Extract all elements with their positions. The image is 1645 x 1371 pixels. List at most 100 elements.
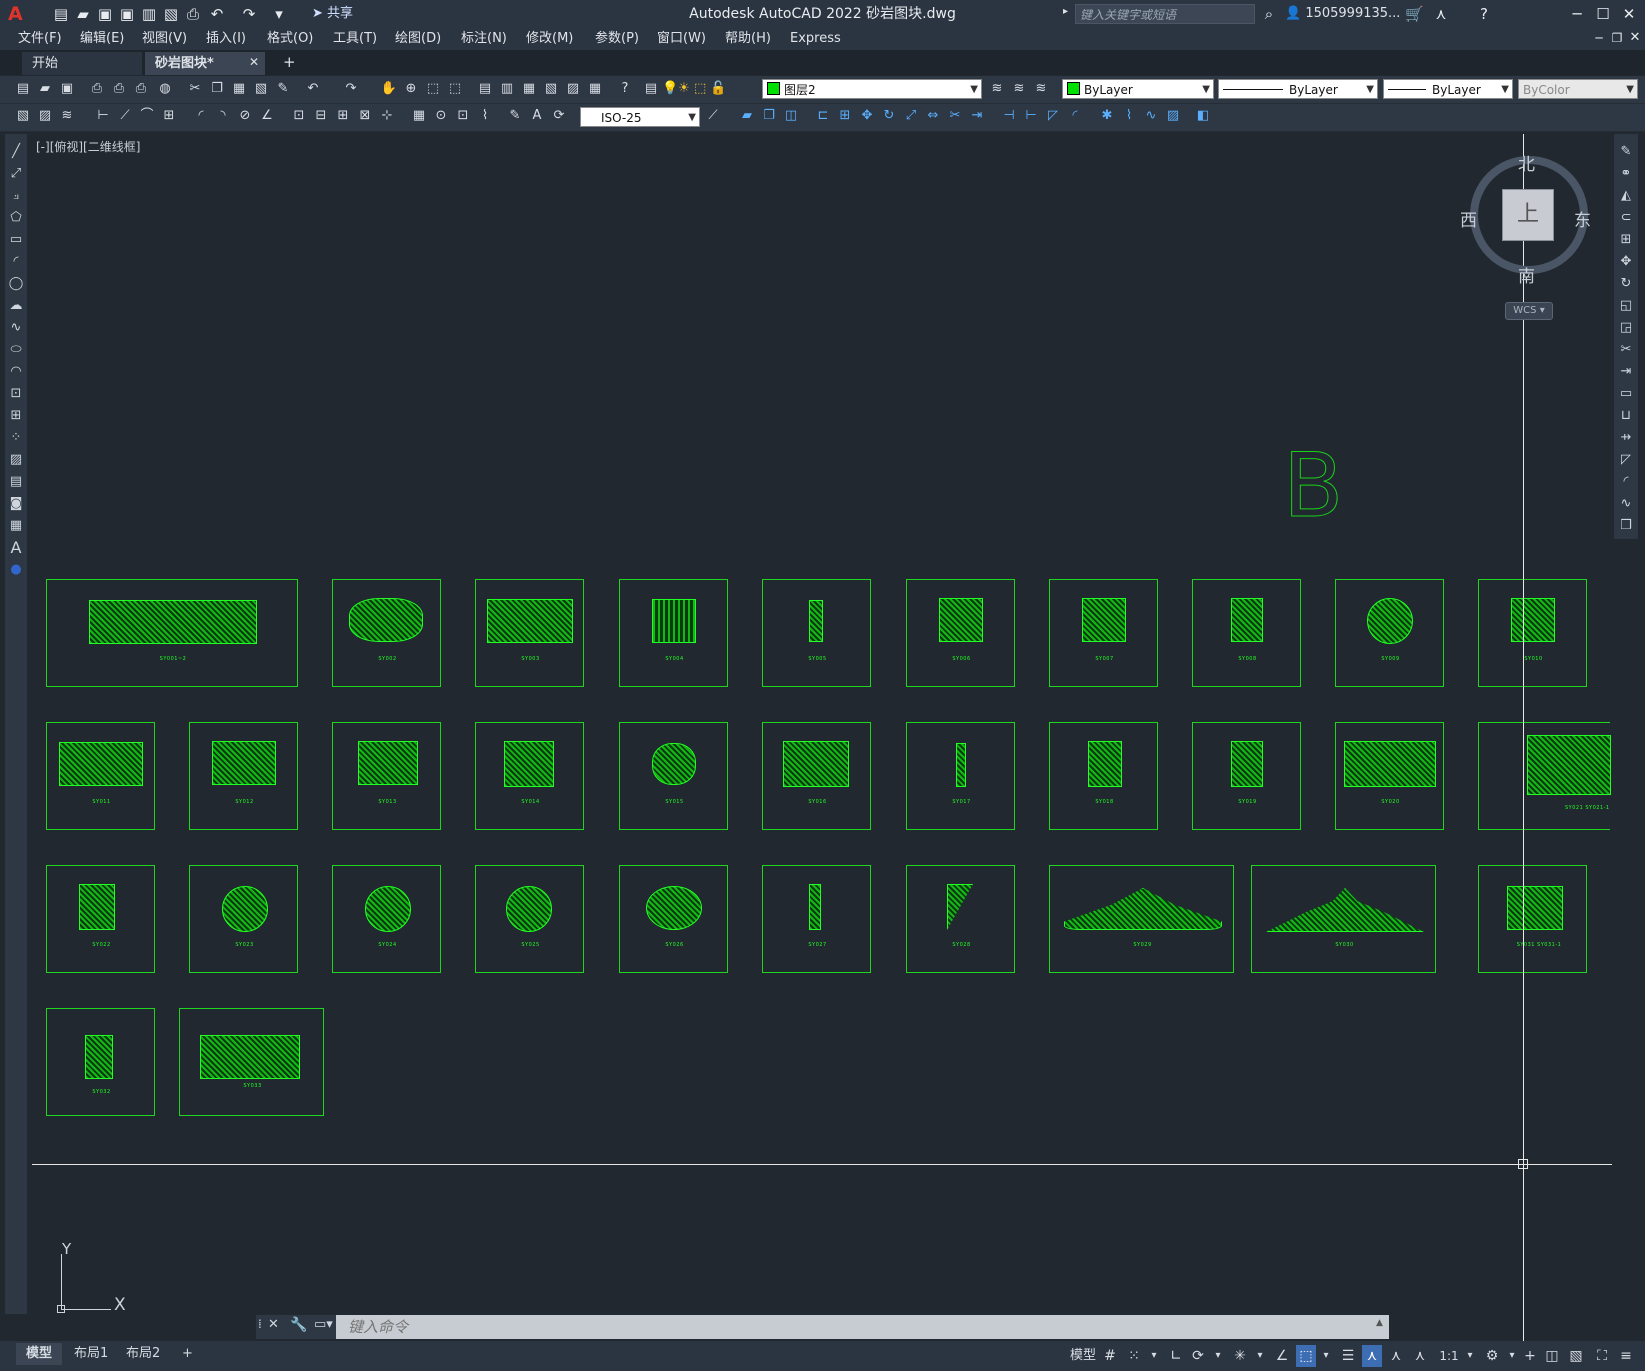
insert-block-icon[interactable]: ⊡ [6, 384, 26, 404]
inspection-icon[interactable]: ⊡ [454, 107, 472, 125]
layer-walk-icon[interactable]: ≋ [58, 107, 76, 125]
design-center-icon[interactable]: ▥ [498, 80, 516, 98]
join-icon[interactable]: ⇸ [1616, 428, 1636, 448]
rectangle-icon[interactable]: ▭ [6, 230, 26, 250]
table-icon[interactable]: ▦ [6, 516, 26, 536]
stretch-icon[interactable]: ◲ [1616, 318, 1636, 338]
layer-state-icons[interactable]: 💡☀ ⬚ 🔓 [662, 78, 732, 100]
block-cell[interactable]: SY008 [1192, 579, 1301, 687]
mirror-icon[interactable]: ◭ [1616, 186, 1636, 206]
undo-icon[interactable]: ↶ [304, 80, 322, 98]
chamfer-icon[interactable]: ◸ [1616, 450, 1636, 470]
fillet-icon[interactable]: ◜ [1066, 107, 1084, 125]
block-cell[interactable]: SY007 [1049, 579, 1158, 687]
dim-space-icon[interactable]: ⊠ [356, 107, 374, 125]
copy-icon[interactable]: ⚭ [1616, 164, 1636, 184]
add-layout-icon[interactable]: + [172, 1343, 203, 1365]
polygon-icon[interactable]: ⬠ [6, 208, 26, 228]
explode-icon[interactable]: ✱ [1098, 107, 1116, 125]
maximize-icon[interactable]: ☐ [1592, 4, 1614, 24]
block-cell[interactable]: SY029 [1049, 865, 1234, 973]
block-cell[interactable]: SY012 [189, 722, 298, 830]
search-input[interactable]: 键入关键字或短语 [1075, 4, 1255, 24]
compass-north[interactable]: 北 [1518, 150, 1535, 175]
layer-match-icon[interactable]: ≋ [1032, 80, 1050, 98]
quick-dim-icon[interactable]: ⊡ [290, 107, 308, 125]
menu-modify[interactable]: 修改(M) [526, 28, 573, 50]
block-cell[interactable]: SY021 SY021-1 [1478, 722, 1611, 830]
block-editor-icon[interactable]: ✎ [274, 80, 292, 98]
tab-drawing[interactable]: 砂岩图块* [145, 52, 265, 75]
baseline-dim-icon[interactable]: ⊟ [312, 107, 330, 125]
dim-break-icon[interactable]: ⊹ [378, 107, 396, 125]
menu-draw[interactable]: 绘图(D) [395, 28, 441, 50]
chevron-down-icon[interactable]: ▾ [1208, 1345, 1228, 1367]
scale-icon[interactable]: ◱ [1616, 296, 1636, 316]
edit-hatch-icon[interactable]: ▨ [1164, 107, 1182, 125]
color-dropdown[interactable]: ByLayer ▼ [1062, 79, 1214, 99]
construction-line-icon[interactable]: ⤢ [6, 164, 26, 184]
rotate-icon[interactable]: ↻ [880, 107, 898, 125]
command-history-icon[interactable]: ▲ [1376, 1318, 1383, 1328]
block-cell[interactable]: SY001~2 [46, 579, 298, 687]
clean-screen-icon[interactable]: ⛶ [1592, 1345, 1612, 1367]
break-icon[interactable]: ⊣ [1000, 107, 1018, 125]
ellipse-icon[interactable]: ⬭ [6, 340, 26, 360]
plotstyle-dropdown[interactable]: ByColor ▼ [1518, 79, 1638, 99]
chevron-down-icon[interactable]: ▾ [1250, 1345, 1270, 1367]
compass-west[interactable]: 西 [1460, 206, 1477, 231]
command-input[interactable] [340, 1316, 1380, 1338]
block-cell[interactable]: SY032 [46, 1008, 155, 1116]
extend-icon[interactable]: ⇥ [968, 107, 986, 125]
customize-wrench-icon[interactable]: 🔧 [290, 1317, 307, 1333]
print-icon[interactable]: ⎙ [88, 80, 106, 98]
pan-icon[interactable]: ✋ [380, 80, 398, 98]
block-cell[interactable]: SY004 [619, 579, 728, 687]
block-cell[interactable]: SY020 [1335, 722, 1444, 830]
linear-dim-icon[interactable]: ⊢ [94, 107, 112, 125]
help-icon[interactable]: ? [616, 80, 634, 98]
block-cell[interactable]: SY026 [619, 865, 728, 973]
doc-close-icon[interactable]: ✕ [1624, 28, 1645, 48]
make-block-icon[interactable]: ⊞ [6, 406, 26, 426]
dim-update-icon[interactable]: ⟳ [550, 107, 568, 125]
sheet-set-icon[interactable]: ▧ [542, 80, 560, 98]
layer-properties-icon[interactable]: ▤ [642, 80, 660, 98]
auto-scale-icon[interactable]: ⋏ [1386, 1345, 1406, 1367]
aligned-dim-icon[interactable]: ⟋ [116, 107, 134, 125]
scale-icon[interactable]: ⤢ [902, 107, 920, 125]
jogged-linear-icon[interactable]: ⌇ [476, 107, 494, 125]
revision-cloud-icon[interactable]: ☁ [6, 296, 26, 316]
object-snap-tracking-icon[interactable]: ∠ [1272, 1345, 1292, 1367]
autodesk-app-icon[interactable]: ⋏ [1432, 5, 1450, 23]
explode-icon[interactable]: ❒ [1616, 516, 1636, 536]
copy-object-icon[interactable]: ❐ [760, 107, 778, 125]
block-cell[interactable]: SY023 [189, 865, 298, 973]
model-space-toggle[interactable]: 模型 [1066, 1345, 1100, 1367]
continue-dim-icon[interactable]: ⊞ [334, 107, 352, 125]
edit-spline-icon[interactable]: ∿ [1142, 107, 1160, 125]
block-cell[interactable]: SY014 [475, 722, 584, 830]
tolerance-icon[interactable]: ▦ [410, 107, 428, 125]
chevron-down-icon[interactable]: ▾ [1316, 1345, 1336, 1367]
circle-icon[interactable]: ◯ [6, 274, 26, 294]
print-preview-icon[interactable]: ⎙ [110, 80, 128, 98]
layer-previous-icon[interactable]: ≋ [1010, 80, 1028, 98]
block-cell[interactable]: SY022 [46, 865, 155, 973]
radius-dim-icon[interactable]: ◜ [192, 107, 210, 125]
edit-polyline-icon[interactable]: ⌇ [1120, 107, 1138, 125]
tab-close-icon[interactable]: ✕ [249, 55, 259, 69]
3d-print-icon[interactable]: ◍ [156, 80, 174, 98]
command-grip-icon[interactable]: ⁞ [258, 1317, 262, 1331]
tool-palettes-icon[interactable]: ▦ [520, 80, 538, 98]
viewcube-top-face[interactable]: 上 [1502, 189, 1554, 241]
fillet-icon[interactable]: ◜ [1616, 472, 1636, 492]
block-cell[interactable]: SY009 [1335, 579, 1444, 687]
block-cell[interactable]: SY025 [475, 865, 584, 973]
line-tool-icon[interactable]: ╱ [6, 142, 26, 162]
offset-icon[interactable]: ⊏ [814, 107, 832, 125]
region-icon[interactable]: ◙ [6, 494, 26, 514]
grid-icon[interactable]: # [1100, 1345, 1120, 1367]
properties-icon[interactable]: ▤ [476, 80, 494, 98]
user-account[interactable]: 👤 1505999135... [1285, 4, 1400, 24]
